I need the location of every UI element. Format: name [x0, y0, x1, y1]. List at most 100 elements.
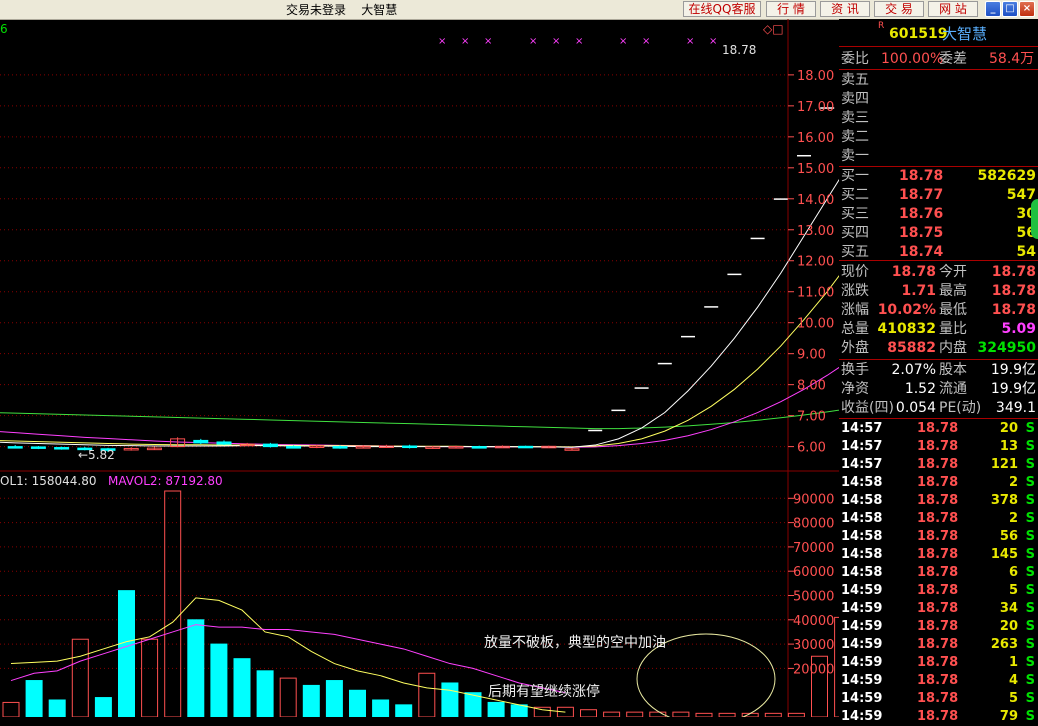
candle: [518, 445, 534, 449]
candle: [30, 446, 46, 449]
annotation-text-1: 放量不破板，典型的空中加油: [484, 635, 666, 651]
buy-level[interactable]: 买五 18.74 54: [839, 243, 1038, 261]
weibi-value: 100.00%: [881, 51, 944, 67]
close-button[interactable]: ×: [1019, 1, 1035, 17]
minimize-button[interactable]: _: [985, 1, 1001, 17]
price-axis-tick: 7.00: [797, 410, 826, 425]
stock-badge: R: [878, 21, 885, 31]
buy-level[interactable]: 买二 18.77 547: [839, 186, 1038, 204]
price-axis-tick: 12.00: [797, 255, 834, 270]
signal-marker: ×: [686, 36, 694, 47]
volume-axis-tick: 20000: [793, 662, 834, 677]
tick-row: 14:59 18.78 20 S: [841, 619, 1035, 634]
volume-axis-tick: 30000: [793, 638, 834, 653]
quote-row: 外盘 85882 内盘 324950: [841, 340, 1036, 356]
candle: [54, 447, 70, 450]
sell-level[interactable]: 卖四: [839, 90, 1038, 108]
volume-bar: [94, 697, 112, 717]
low-price-mark: ←5.82: [78, 448, 115, 462]
price-axis-tick: 8.00: [797, 379, 826, 394]
ma-line-magenta: [0, 366, 839, 448]
volume-bar: [349, 689, 366, 717]
sell-level[interactable]: 卖一: [839, 147, 1038, 165]
menu-hangqing[interactable]: 行 情: [766, 1, 816, 17]
volume-bar: [603, 711, 621, 717]
volume-bar: [718, 712, 736, 717]
price-axis-tick: 17.00: [797, 100, 834, 115]
volume-bar: [395, 704, 413, 717]
candle: [332, 446, 348, 449]
high-price-mark: 18.78: [722, 43, 756, 57]
volume-bar: [2, 701, 20, 717]
quote-panel: R 601519 大智慧 委比 100.00% 委差 58.4万 卖五 卖四 卖三卖…: [839, 19, 1038, 724]
signal-marker: ×: [438, 36, 446, 47]
tick-row: 14:57 18.78 20 S: [841, 421, 1035, 436]
quote-row: 涨跌 1.71 最高 18.78: [841, 283, 1036, 299]
volume-bar: [141, 638, 159, 717]
chart-toggle-icon[interactable]: ◇□: [763, 22, 784, 36]
signal-marker: ×: [484, 36, 492, 47]
side-handle[interactable]: [1031, 199, 1038, 239]
quote-row: 现价 18.78 今开 18.78: [841, 264, 1036, 280]
mavol-line-yellow: [10, 597, 566, 713]
volume-bar: [487, 701, 505, 717]
volume-bar: [510, 704, 528, 717]
volume-bar: [256, 670, 274, 717]
volume-bar: [441, 682, 459, 717]
volume-axis-tick: 80000: [793, 517, 834, 532]
signal-marker: ×: [619, 36, 627, 47]
tick-row: 14:58 18.78 2 S: [841, 475, 1035, 490]
tick-row: 14:59 18.78 263 S: [841, 637, 1035, 652]
stock-code: 601519: [889, 26, 948, 42]
price-axis-tick: 16.00: [797, 131, 834, 146]
mavol-line-magenta: [10, 624, 566, 694]
tick-row: 14:58 18.78 56 S: [841, 529, 1035, 544]
volume-bar: [325, 680, 343, 717]
volume-bar: [372, 699, 390, 717]
ma-line-green: [0, 409, 839, 430]
annotation-text-2: 后期有望继续涨停: [488, 684, 600, 700]
signal-marker: ×: [461, 36, 469, 47]
tick-row: 14:57 18.78 13 S: [841, 439, 1035, 454]
price-axis-tick: 18.00: [797, 69, 834, 84]
price-axis-tick: 10.00: [797, 317, 834, 332]
price-axis-tick: 15.00: [797, 162, 834, 177]
chart-corner-mark: 6: [0, 22, 8, 36]
price-axis-tick: 13.00: [797, 224, 834, 239]
fundamental-row: 换手 2.07% 股本 19.9亿: [841, 362, 1036, 378]
menu-jiaoyi[interactable]: 交 易: [874, 1, 924, 17]
volume-bar: [418, 672, 436, 717]
window-title: 交易未登录 大智慧: [286, 3, 398, 17]
volume-bar: [672, 711, 690, 717]
candle: [402, 445, 418, 449]
volume-axis-tick: 40000: [793, 614, 834, 629]
volume-bar: [25, 680, 43, 717]
volume-bar: [279, 677, 297, 717]
qq-service-button[interactable]: 在线QQ客服: [683, 1, 761, 17]
maximize-button[interactable]: □: [1002, 1, 1018, 17]
quote-row: 总量 410832 量比 5.09: [841, 321, 1036, 337]
volume-bar: [580, 709, 597, 717]
tick-row: 14:59 18.78 5 S: [841, 691, 1035, 706]
buy-level[interactable]: 买三 18.76 30: [839, 205, 1038, 223]
kline-chart[interactable]: 6.00 7.00 8.00 9.00 10.00 11.00 12.00 13.00 14.0…: [0, 19, 839, 717]
volume-axis-tick: 60000: [793, 565, 834, 580]
tick-row: 14:59 18.78 4 S: [841, 673, 1035, 688]
menu-zixun[interactable]: 资 讯: [820, 1, 870, 17]
volume-bar: [48, 699, 66, 717]
volume-axis-tick: 90000: [793, 492, 834, 507]
volume-bar: [71, 638, 89, 717]
buy-level[interactable]: 买四 18.75 56: [839, 224, 1038, 242]
sell-level[interactable]: 卖五: [839, 71, 1038, 89]
price-axis-tick: 6.00: [797, 441, 826, 456]
volume-bar: [787, 712, 805, 717]
volume-bar: [233, 658, 251, 717]
buy-level[interactable]: 买一 18.78 582629: [839, 167, 1038, 185]
sell-level[interactable]: 卖二: [839, 128, 1038, 146]
volume-bar: [302, 684, 320, 717]
signal-marker: ×: [575, 36, 583, 47]
signal-marker: ×: [529, 36, 537, 47]
menu-wangzhan[interactable]: 网 站: [928, 1, 978, 17]
tick-row: 14:59 18.78 79 S: [841, 709, 1035, 724]
sell-level[interactable]: 卖三: [839, 109, 1038, 127]
